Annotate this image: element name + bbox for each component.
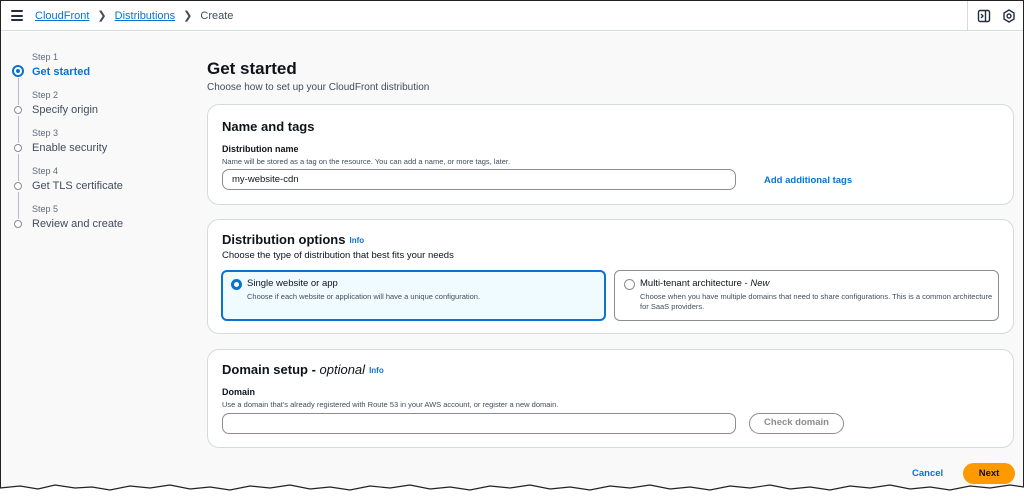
side-panel-icon[interactable] (976, 8, 992, 24)
step-number: Step 2 (32, 90, 59, 100)
step-number: Step 3 (32, 128, 59, 138)
chevron-right-icon: ❯ (97, 10, 107, 22)
distribution-options-card: Distribution options Info Choose the type… (207, 219, 1014, 334)
distribution-options-description: Choose the type of distribution that bes… (222, 250, 454, 261)
step-enable-security[interactable]: Step 3 Enable security (12, 128, 182, 181)
step-label[interactable]: Review and create (32, 217, 182, 231)
step-number: Step 1 (32, 52, 59, 62)
app-window: CloudFront ❯ Distributions ❯ Create Step… (0, 0, 1024, 496)
new-label: New (750, 278, 770, 289)
info-link[interactable]: Info (349, 236, 364, 245)
chevron-right-icon: ❯ (183, 10, 193, 22)
cancel-button[interactable]: Cancel (912, 468, 943, 479)
distribution-name-label: Distribution name (222, 144, 299, 154)
step-get-started[interactable]: Step 1 Get started (12, 52, 182, 105)
step-circle-icon (14, 106, 22, 114)
step-number: Step 4 (32, 166, 59, 176)
step-circle-icon (14, 182, 22, 190)
wizard-steps: Step 1 Get started Step 2 Specify origin… (12, 52, 182, 242)
card-title-row: Distribution options Info (222, 232, 364, 247)
page-description: Choose how to set up your CloudFront dis… (207, 82, 430, 93)
step-circle-icon (14, 220, 22, 228)
option-description: Choose when you have multiple domains th… (640, 292, 993, 311)
option-multi-tenant-tile[interactable]: Multi-tenant architecture - New Choose w… (614, 270, 999, 321)
add-additional-tags-button[interactable]: Add additional tags (764, 175, 852, 186)
check-domain-button[interactable]: Check domain (749, 413, 844, 434)
domain-description: Use a domain that's already registered w… (222, 400, 559, 409)
domain-input[interactable] (222, 413, 736, 434)
breadcrumb-current: Create (200, 9, 234, 22)
step-label[interactable]: Enable security (32, 141, 182, 155)
distribution-name-description: Name will be stored as a tag on the reso… (222, 157, 511, 166)
step-review-and-create[interactable]: Step 5 Review and create (12, 204, 182, 242)
settings-icon[interactable] (1001, 8, 1017, 24)
page-title: Get started (207, 59, 297, 78)
info-link[interactable]: Info (369, 366, 384, 375)
step-number: Step 5 (32, 204, 59, 214)
option-description: Choose if each website or application wi… (247, 292, 481, 301)
step-active-icon (12, 65, 24, 77)
distribution-name-input[interactable] (222, 169, 736, 190)
name-and-tags-card: Name and tags Distribution name Name wil… (207, 104, 1014, 205)
radio-selected-icon[interactable] (231, 279, 242, 290)
optional-label: optional (319, 362, 366, 377)
domain-label: Domain (222, 387, 256, 397)
card-title: Domain setup - (222, 362, 320, 377)
top-navigation-bar: CloudFront ❯ Distributions ❯ Create (1, 1, 1023, 31)
step-label[interactable]: Get TLS certificate (32, 179, 182, 193)
step-specify-origin[interactable]: Step 2 Specify origin (12, 90, 182, 143)
divider (967, 1, 968, 31)
option-title: Single website or app (247, 278, 338, 289)
option-title-text: Multi-tenant architecture - (640, 278, 751, 289)
step-circle-icon (14, 144, 22, 152)
breadcrumb-distributions-link[interactable]: Distributions (115, 10, 176, 22)
step-label[interactable]: Get started (32, 65, 182, 79)
domain-setup-card: Domain setup - optional Info Domain Use a… (207, 349, 1014, 448)
menu-icon[interactable] (11, 10, 23, 21)
step-get-tls-certificate[interactable]: Step 4 Get TLS certificate (12, 166, 182, 219)
card-title: Distribution options (222, 232, 346, 247)
breadcrumb: CloudFront ❯ Distributions ❯ Create (35, 9, 234, 23)
breadcrumb-cloudfront-link[interactable]: CloudFront (35, 10, 89, 22)
radio-unselected-icon[interactable] (624, 279, 635, 290)
torn-edge-decoration (0, 484, 1024, 496)
card-title: Name and tags (222, 119, 315, 134)
option-title: Multi-tenant architecture - New (640, 278, 769, 289)
option-single-website-tile[interactable]: Single website or app Choose if each web… (221, 270, 606, 321)
step-label[interactable]: Specify origin (32, 103, 182, 117)
card-title-row: Domain setup - optional Info (222, 362, 384, 377)
